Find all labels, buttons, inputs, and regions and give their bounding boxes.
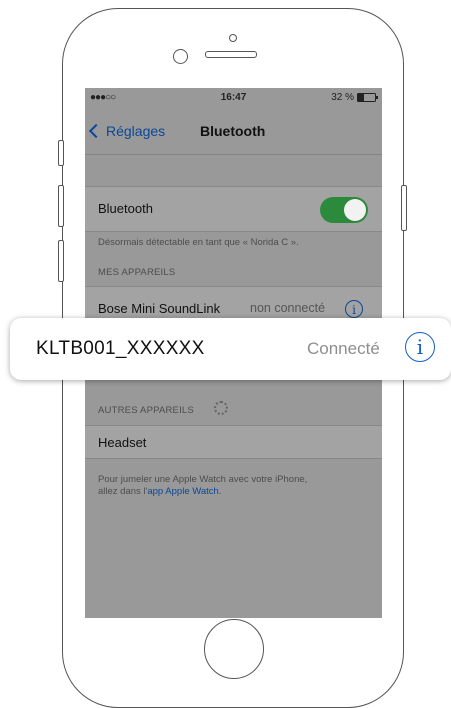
power-button[interactable] <box>401 185 407 231</box>
connected-device-name: KLTB001_XXXXXX <box>36 338 205 359</box>
apple-watch-note: Pour jumeler une Apple Watch avec votre … <box>98 474 307 498</box>
mute-switch[interactable] <box>58 140 64 166</box>
chevron-left-icon <box>88 123 104 139</box>
bluetooth-label: Bluetooth <box>98 201 153 216</box>
volume-down-button[interactable] <box>58 240 64 282</box>
device-name: Bose Mini SoundLink <box>98 301 221 316</box>
camera-icon <box>229 34 237 42</box>
bluetooth-switch[interactable] <box>320 197 368 223</box>
volume-up-button[interactable] <box>58 185 64 227</box>
battery-icon <box>357 93 378 102</box>
battery-percentage: 32 % <box>331 92 354 103</box>
speaker-grille <box>205 51 257 58</box>
device-row-headset[interactable]: Headset <box>85 425 382 459</box>
my-devices-header: MES APPAREILS <box>98 267 176 278</box>
connected-status: Connecté <box>307 339 380 358</box>
back-button-label: Réglages <box>106 123 166 139</box>
navigation-bar: Réglages Bluetooth <box>85 110 382 155</box>
device-status: non connecté <box>250 301 326 315</box>
back-button[interactable]: Réglages <box>88 123 166 139</box>
home-button[interactable] <box>204 619 264 679</box>
loading-spinner-icon <box>214 401 228 415</box>
watch-note-line1: Pour jumeler une Apple Watch avec votre … <box>98 474 308 485</box>
switch-knob <box>344 199 366 221</box>
watch-note-suffix: . <box>218 486 222 497</box>
front-camera-icon <box>173 49 188 64</box>
apple-watch-app-link[interactable]: app Apple Watch <box>147 486 218 497</box>
device-name: Headset <box>98 435 147 450</box>
status-bar: ●●●○○ 16:47 32 % <box>85 88 382 106</box>
page-title: Bluetooth <box>200 123 266 139</box>
info-icon[interactable]: i <box>345 300 363 318</box>
watch-note-prefix: allez dans l' <box>98 486 148 497</box>
info-icon[interactable]: i <box>405 332 435 362</box>
bluetooth-toggle-row: Bluetooth <box>85 186 382 232</box>
highlighted-device-row[interactable]: KLTB001_XXXXXX Connecté i <box>10 318 451 380</box>
discoverable-note: Désormais détectable en tant que « Norid… <box>98 237 299 248</box>
other-devices-header: AUTRES APPAREILS <box>98 405 194 416</box>
